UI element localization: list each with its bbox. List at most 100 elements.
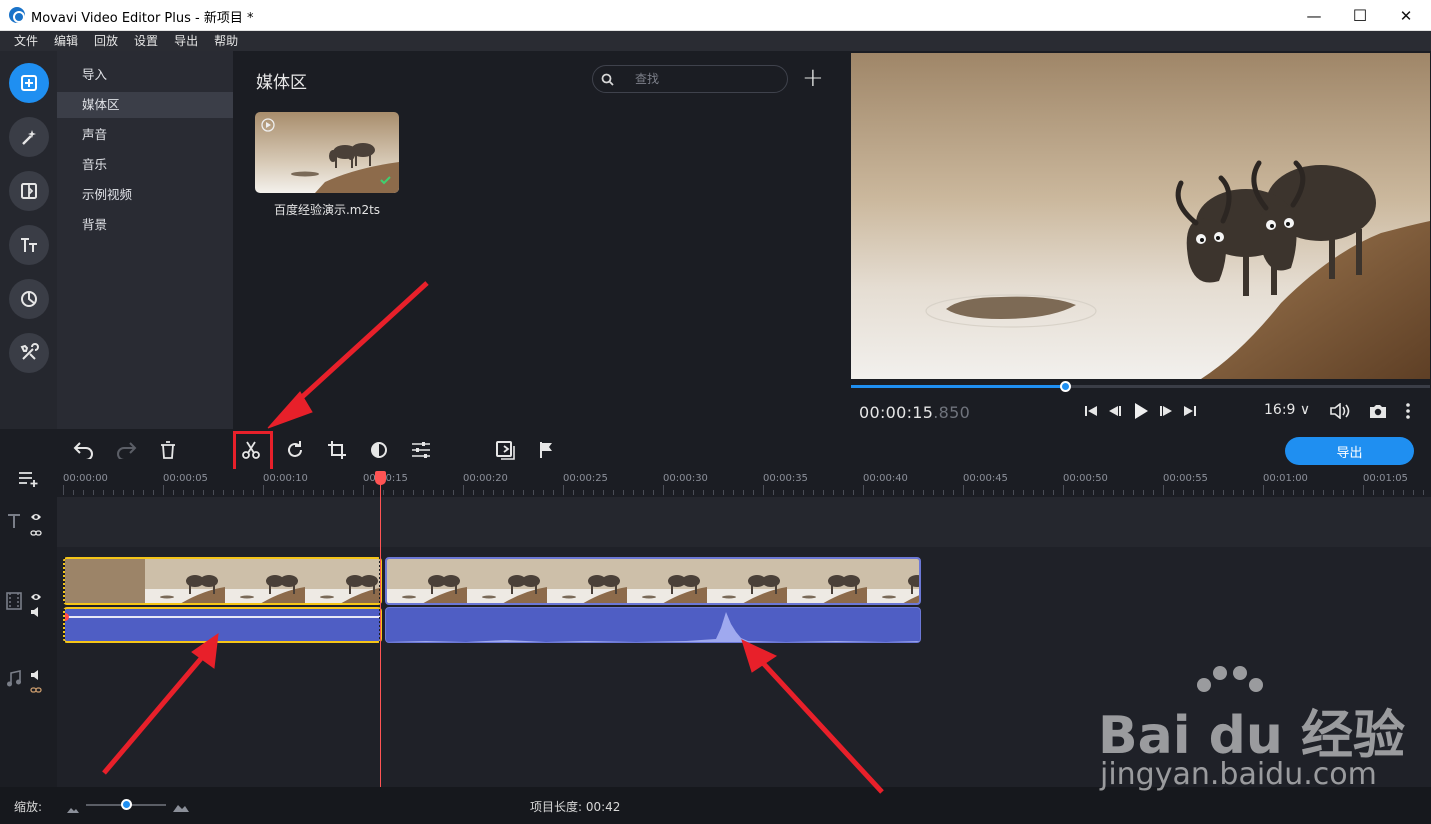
audio-clip-1[interactable] — [63, 607, 382, 643]
clip-properties-button[interactable] — [408, 439, 434, 461]
ruler-tick — [773, 490, 774, 495]
search-input[interactable] — [635, 71, 775, 87]
wildebeest-preview-image — [851, 53, 1430, 379]
ruler-tick — [113, 490, 114, 495]
ruler-tick — [563, 485, 564, 495]
title-track-icon — [7, 513, 21, 533]
nav-music[interactable]: 音乐 — [57, 152, 233, 178]
time-ruler[interactable]: 00:00:0000:00:0500:00:1000:00:1500:00:20… — [57, 469, 1431, 497]
flag-icon — [540, 442, 552, 458]
ruler-tick — [513, 490, 514, 495]
filters-button[interactable] — [9, 117, 49, 157]
marker-button[interactable] — [534, 439, 560, 461]
title-track[interactable] — [57, 497, 1431, 547]
zoom-slider[interactable] — [86, 799, 166, 810]
link-icon — [30, 687, 42, 693]
ruler-tick — [783, 490, 784, 495]
nav-sample-videos[interactable]: 示例视频 — [57, 182, 233, 208]
ruler-tick — [1323, 490, 1324, 495]
ruler-tick — [403, 490, 404, 495]
video-clip-1[interactable] — [63, 557, 382, 605]
search-box[interactable] — [592, 65, 788, 93]
clip-1-frames — [65, 559, 380, 603]
ruler-tick — [183, 490, 184, 495]
transitions-button[interactable] — [9, 171, 49, 211]
close-button[interactable]: ✕ — [1383, 0, 1429, 31]
redo-button[interactable] — [113, 439, 139, 461]
ruler-tick — [953, 490, 954, 495]
nav-import[interactable]: 导入 — [57, 62, 233, 88]
video-clip-2[interactable] — [385, 557, 921, 605]
clip-1-left-edge[interactable] — [63, 557, 65, 643]
ruler-tick — [1043, 490, 1044, 495]
preview-scrub-handle[interactable] — [1060, 381, 1072, 392]
music-track-link-toggle[interactable] — [30, 680, 42, 699]
maximize-button[interactable]: ☐ — [1337, 0, 1383, 31]
ruler-tick — [1023, 490, 1024, 495]
ruler-tick — [1083, 490, 1084, 495]
color-adjust-button[interactable] — [366, 439, 392, 461]
video-track-mute-toggle[interactable] — [30, 602, 42, 621]
ruler-tick — [623, 490, 624, 495]
ruler-tick — [883, 490, 884, 495]
media-thumbnail[interactable] — [255, 112, 399, 193]
ruler-tick — [873, 490, 874, 495]
clip-frame — [707, 559, 787, 603]
ruler-tick — [703, 490, 704, 495]
add-media-button[interactable]: + — [802, 65, 824, 91]
aspect-ratio-select[interactable]: 16:9 ∨ — [1264, 402, 1310, 418]
ruler-tick — [1173, 490, 1174, 495]
crop-button[interactable] — [324, 439, 350, 461]
preview-progress-track[interactable] — [851, 381, 1430, 392]
volume-line[interactable] — [65, 616, 380, 618]
menu-help[interactable]: 帮助 — [214, 31, 238, 51]
ruler-tick — [253, 490, 254, 495]
import-button[interactable] — [9, 63, 49, 103]
overlay-button[interactable] — [492, 439, 518, 461]
menu-export[interactable]: 导出 — [174, 31, 198, 51]
ruler-tick — [1233, 490, 1234, 495]
menu-file[interactable]: 文件 — [14, 31, 38, 51]
nav-backgrounds[interactable]: 背景 — [57, 212, 233, 238]
ruler-tick — [863, 485, 864, 495]
menu-playback[interactable]: 回放 — [94, 31, 118, 51]
ruler-tick — [303, 490, 304, 495]
stickers-button[interactable] — [9, 279, 49, 319]
ruler-tick — [763, 485, 764, 495]
time-milliseconds: .850 — [933, 403, 971, 422]
menu-settings[interactable]: 设置 — [134, 31, 158, 51]
play-button[interactable] — [1131, 401, 1151, 421]
title-track-link-toggle[interactable] — [30, 523, 42, 542]
skip-to-start-button[interactable] — [1083, 401, 1099, 421]
nav-media-bin[interactable]: 媒体区 — [57, 92, 233, 118]
ruler-tick — [203, 490, 204, 495]
music-track-icon — [6, 670, 22, 692]
ruler-tick — [993, 490, 994, 495]
more-options-button[interactable] — [1402, 401, 1414, 421]
delete-button[interactable] — [155, 439, 181, 461]
undo-button[interactable] — [71, 439, 97, 461]
zoom-out-icon[interactable] — [66, 799, 80, 818]
zoom-slider-handle[interactable] — [121, 799, 132, 810]
volume-button[interactable] — [1328, 401, 1352, 421]
minimize-button[interactable]: — — [1291, 0, 1337, 31]
add-track-button[interactable] — [18, 471, 40, 491]
playhead-handle[interactable] — [375, 471, 386, 485]
next-frame-button[interactable] — [1158, 401, 1174, 421]
export-button[interactable]: 导出 — [1285, 437, 1414, 465]
ruler-tick — [423, 490, 424, 495]
ruler-tick-label: 00:00:40 — [863, 473, 908, 484]
previous-frame-button[interactable] — [1107, 401, 1123, 421]
ruler-tick — [1013, 490, 1014, 495]
ruler-tick — [1093, 490, 1094, 495]
ruler-tick — [973, 490, 974, 495]
snapshot-button[interactable] — [1368, 401, 1388, 421]
more-tools-button[interactable] — [9, 333, 49, 373]
menu-edit[interactable]: 编辑 — [54, 31, 78, 51]
skip-to-end-button[interactable] — [1182, 401, 1198, 421]
titles-button[interactable] — [9, 225, 49, 265]
rotate-button[interactable] — [282, 439, 308, 461]
nav-sound[interactable]: 声音 — [57, 122, 233, 148]
zoom-in-icon[interactable] — [172, 798, 190, 817]
audio-clip-2[interactable] — [385, 607, 921, 643]
